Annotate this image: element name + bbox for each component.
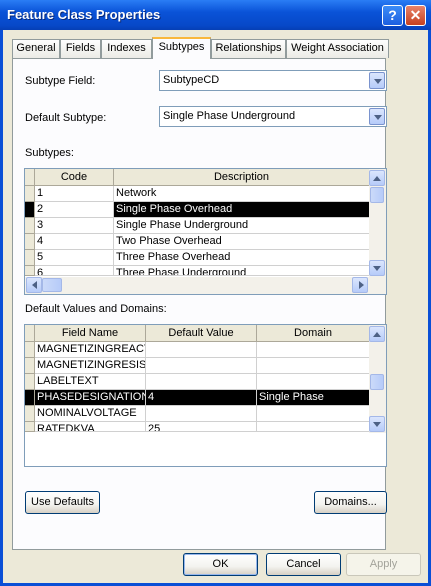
default-value-cell[interactable] [146, 358, 257, 374]
subtype-code-cell[interactable]: 6 [35, 266, 114, 276]
use-defaults-button[interactable]: Use Defaults [25, 491, 100, 514]
domain-cell[interactable] [257, 422, 370, 432]
row-header-current[interactable] [25, 202, 35, 218]
close-icon: ✕ [409, 7, 422, 23]
vertical-scrollbar[interactable] [369, 325, 386, 433]
domain-cell[interactable] [257, 358, 370, 374]
row-header[interactable] [25, 374, 35, 390]
domain-cell[interactable] [257, 342, 370, 358]
subtype-description-cell-selected[interactable]: Single Phase Overhead [114, 202, 370, 218]
dialog-client: General Fields Indexes Subtypes Relation… [3, 30, 428, 583]
subtype-description-cell[interactable]: Two Phase Overhead [114, 234, 370, 250]
column-header-field-name[interactable]: Field Name [35, 325, 146, 342]
domain-cell-selected[interactable]: Single Phase [257, 390, 370, 406]
scroll-down-icon[interactable] [369, 260, 385, 276]
grid-corner [25, 325, 35, 342]
field-name-cell[interactable]: MAGNETIZINGREACT [35, 342, 146, 358]
subtype-description-cell[interactable]: Three Phase Underground [114, 266, 370, 276]
row-header[interactable] [25, 250, 35, 266]
field-name-cell-selected[interactable]: PHASEDESIGNATION [35, 390, 146, 406]
default-subtype-label: Default Subtype: [25, 112, 107, 124]
field-name-cell[interactable]: NOMINALVOLTAGE [35, 406, 146, 422]
default-values-label: Default Values and Domains: [25, 303, 167, 315]
horizontal-scrollbar[interactable] [25, 277, 386, 294]
column-header-domain[interactable]: Domain [257, 325, 370, 342]
scroll-up-icon[interactable] [369, 170, 385, 186]
default-value-cell[interactable] [146, 406, 257, 422]
ok-button[interactable]: OK [183, 553, 258, 576]
chevron-down-icon[interactable] [369, 108, 385, 125]
subtype-field-dropdown[interactable]: SubtypeCD [159, 70, 387, 91]
row-header[interactable] [25, 342, 35, 358]
row-header[interactable] [25, 218, 35, 234]
subtype-field-value: SubtypeCD [163, 74, 220, 86]
column-header-code[interactable]: Code [35, 169, 114, 186]
field-name-cell[interactable]: RATEDKVA [35, 422, 146, 432]
column-header-description[interactable]: Description [114, 169, 370, 186]
dialog-window: Feature Class Properties ? ✕ General Fie… [0, 0, 431, 586]
tab-general[interactable]: General [12, 39, 60, 58]
scroll-down-icon[interactable] [369, 416, 385, 432]
subtype-code-cell[interactable]: 4 [35, 234, 114, 250]
scroll-right-icon[interactable] [352, 277, 368, 293]
row-header[interactable] [25, 358, 35, 374]
row-header[interactable] [25, 422, 35, 432]
row-header[interactable] [25, 406, 35, 422]
row-header-current[interactable] [25, 390, 35, 406]
window-title: Feature Class Properties [7, 7, 161, 22]
row-header[interactable] [25, 266, 35, 276]
chevron-down-icon[interactable] [369, 72, 385, 89]
subtype-description-cell[interactable]: Single Phase Underground [114, 218, 370, 234]
tab-indexes[interactable]: Indexes [101, 39, 152, 58]
default-value-cell[interactable]: 25 [146, 422, 257, 432]
domains-button[interactable]: Domains... [314, 491, 387, 514]
apply-button[interactable]: Apply [346, 553, 421, 576]
field-name-cell[interactable]: MAGNETIZINGRESIST [35, 358, 146, 374]
subtype-code-cell[interactable]: 5 [35, 250, 114, 266]
subtypes-label: Subtypes: [25, 147, 74, 159]
tab-subtypes[interactable]: Subtypes [152, 37, 211, 59]
row-header[interactable] [25, 186, 35, 202]
scroll-thumb[interactable] [370, 187, 384, 203]
scroll-thumb[interactable] [370, 374, 384, 390]
default-value-cell-selected[interactable]: 4 [146, 390, 257, 406]
help-icon: ? [388, 7, 397, 23]
subtypes-grid: Code Description 1 Network 2 Single Phas… [24, 168, 387, 295]
vertical-scrollbar[interactable] [369, 169, 386, 277]
default-subtype-dropdown[interactable]: Single Phase Underground [159, 106, 387, 127]
close-button[interactable]: ✕ [405, 5, 426, 26]
tab-fields[interactable]: Fields [60, 39, 101, 58]
subtype-field-label: Subtype Field: [25, 75, 96, 87]
tab-weight-association[interactable]: Weight Association [286, 39, 389, 58]
title-bar[interactable]: Feature Class Properties ? ✕ [0, 0, 431, 30]
column-header-default-value[interactable]: Default Value [146, 325, 257, 342]
subtype-description-cell[interactable]: Three Phase Overhead [114, 250, 370, 266]
domain-cell[interactable] [257, 374, 370, 390]
scroll-thumb[interactable] [42, 278, 62, 292]
default-value-cell[interactable] [146, 342, 257, 358]
domain-cell[interactable] [257, 406, 370, 422]
tab-relationships[interactable]: Relationships [211, 39, 286, 58]
default-subtype-value: Single Phase Underground [163, 110, 296, 122]
subtype-code-cell[interactable]: 2 [35, 202, 114, 218]
subtypes-panel: Subtype Field: SubtypeCD Default Subtype… [12, 58, 387, 550]
subtype-description-cell[interactable]: Network [114, 186, 370, 202]
grid-corner [25, 169, 35, 186]
help-button[interactable]: ? [382, 5, 403, 26]
scroll-up-icon[interactable] [369, 326, 385, 342]
scroll-left-icon[interactable] [26, 277, 42, 293]
row-header[interactable] [25, 234, 35, 250]
default-values-grid: Field Name Default Value Domain MAGNETIZ… [24, 324, 387, 467]
subtype-code-cell[interactable]: 1 [35, 186, 114, 202]
field-name-cell[interactable]: LABELTEXT [35, 374, 146, 390]
subtype-code-cell[interactable]: 3 [35, 218, 114, 234]
cancel-button[interactable]: Cancel [266, 553, 341, 576]
default-value-cell[interactable] [146, 374, 257, 390]
